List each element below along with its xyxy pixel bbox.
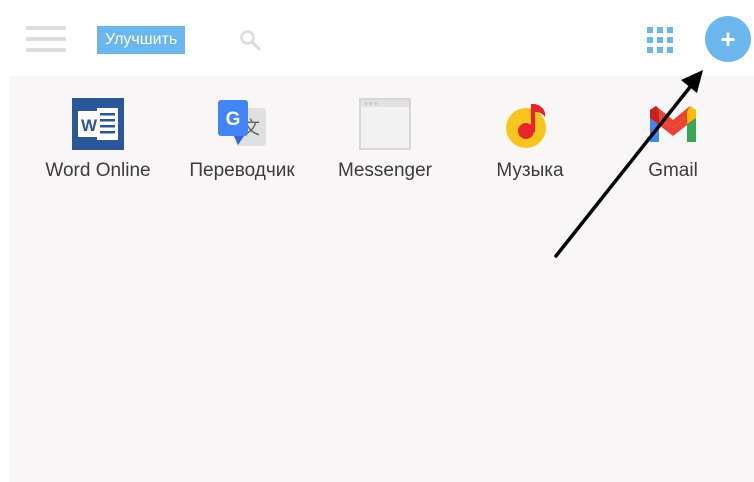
app-label: Word Online <box>45 160 151 181</box>
app-label: Gmail <box>648 160 698 181</box>
apps-grid-icon[interactable] <box>647 27 673 53</box>
music-icon <box>506 104 546 148</box>
translate-icon: 文 G <box>218 100 266 146</box>
app-label: Музыка <box>496 160 564 181</box>
app-tile-music[interactable]: Музыка <box>460 98 600 198</box>
add-button[interactable]: + <box>705 16 751 62</box>
svg-text:G: G <box>226 109 241 130</box>
menu-bar <box>26 37 66 41</box>
app-label: Messenger <box>338 160 432 181</box>
menu-bar <box>26 26 66 30</box>
svg-text:W: W <box>81 116 98 135</box>
gmail-icon <box>650 106 696 142</box>
upgrade-button[interactable]: Улучшить <box>97 26 186 54</box>
app-tile-messenger[interactable]: Messenger <box>315 98 455 198</box>
messenger-icon <box>359 98 411 150</box>
menu-bar <box>26 48 66 52</box>
app-label: Переводчик <box>189 160 295 181</box>
top-bar: Улучшить + <box>0 0 754 76</box>
app-tile-translate[interactable]: 文 G Переводчик <box>172 98 312 198</box>
menu-icon[interactable] <box>26 26 66 52</box>
apps-panel: W Word Online 文 G Переводчик Messenger М… <box>9 76 754 482</box>
app-tile-gmail[interactable]: Gmail <box>603 98 743 198</box>
search-icon[interactable] <box>238 28 262 52</box>
word-icon: W <box>72 98 124 150</box>
app-tile-word-online[interactable]: W Word Online <box>28 98 168 198</box>
